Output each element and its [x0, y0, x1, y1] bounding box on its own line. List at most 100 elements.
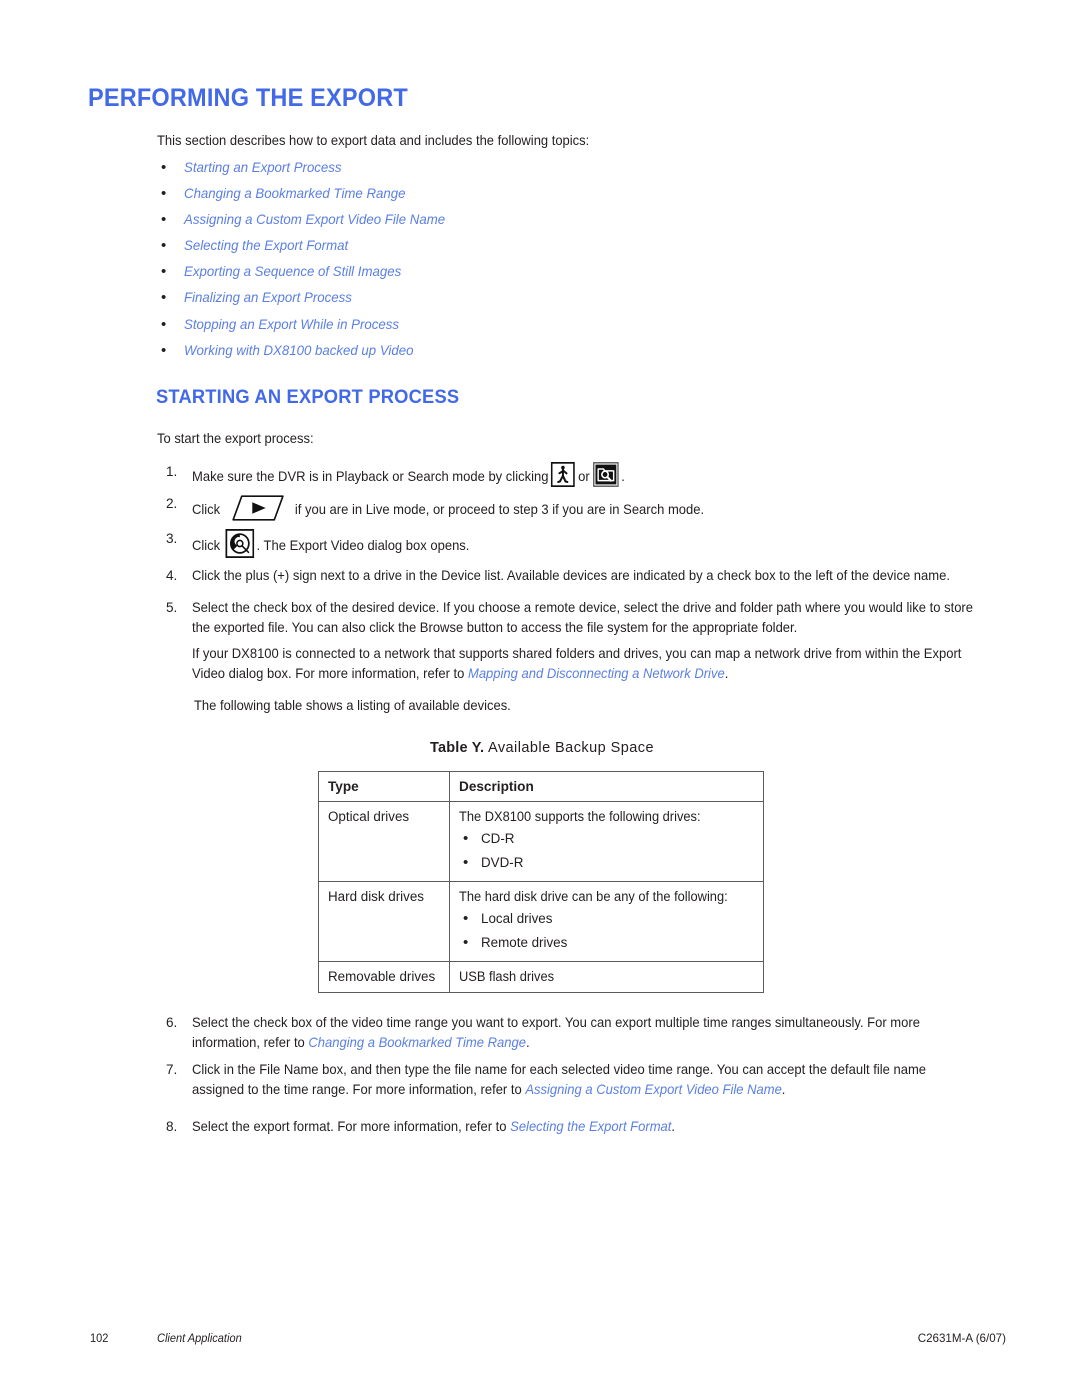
xref-selecting-export-format[interactable]: Selecting the Export Format — [510, 1119, 671, 1134]
topic-link[interactable]: Stopping an Export While in Process — [184, 315, 399, 334]
step-2: 2. Click if you are in Live mode, or proc… — [166, 494, 1014, 522]
step-1-text-a: Make sure the DVR is in Playback or Sear… — [192, 469, 549, 484]
bullet-icon: • — [161, 185, 167, 203]
step-6-text-a: Select the check box of the video time r… — [192, 1015, 920, 1050]
list-item[interactable]: • Finalizing an Export Process — [157, 288, 857, 314]
bullet-icon: • — [161, 289, 167, 307]
step-2-text-b: if you are in Live mode, or proceed to s… — [294, 502, 705, 517]
bullet-icon: • — [161, 159, 167, 176]
cell-type: Removable drives — [318, 961, 450, 993]
step-number: 7. — [166, 1062, 178, 1077]
step-4: 4. Click the plus (+) sign next to a dri… — [166, 566, 1014, 586]
step-1-text-c: . — [621, 469, 625, 484]
list-item: CD-R — [463, 827, 754, 851]
step-text: Click the plus (+) sign next to a drive … — [192, 568, 950, 583]
step-text: Click . The Export Video dialog box opens… — [192, 529, 979, 558]
topic-link[interactable]: Working with DX8100 backed up Video — [184, 341, 413, 360]
topic-link[interactable]: Selecting the Export Format — [184, 236, 348, 255]
cell-bullet-list: CD-R DVD-R — [459, 827, 754, 875]
walking-person-icon[interactable] — [551, 462, 576, 487]
section-heading: STARTING AN EXPORT PROCESS — [156, 386, 460, 408]
step-text: Click in the File Name box, and then typ… — [192, 1060, 979, 1100]
cell-description-lead: The hard disk drive can be any of the fo… — [459, 889, 728, 904]
table-caption-label: Table Y. — [430, 740, 485, 756]
step-3-text-b: . The Export Video dialog box opens. — [256, 538, 470, 553]
bullet-icon: • — [161, 341, 167, 359]
topics-list: • Starting an Export Process • Changing … — [157, 158, 857, 367]
step-number: 2. — [166, 496, 178, 511]
list-item: Remote drives — [463, 931, 754, 955]
document-page: PERFORMING THE EXPORT This section descr… — [0, 0, 1080, 1397]
list-item[interactable]: • Assigning a Custom Export Video File N… — [157, 210, 857, 236]
cell-description-lead: The DX8100 supports the following drives… — [459, 809, 701, 824]
disc-export-icon[interactable] — [225, 529, 255, 558]
step-1-text-b: or — [578, 469, 590, 484]
cell-description: The hard disk drive can be any of the fo… — [449, 881, 764, 962]
cell-description: The DX8100 supports the following drives… — [449, 801, 764, 882]
table-row: Removable drives USB flash drives — [318, 961, 764, 993]
list-item[interactable]: • Exporting a Sequence of Still Images — [157, 262, 857, 288]
table-caption-title: Available Backup Space — [487, 740, 654, 756]
bullet-icon: • — [161, 211, 167, 229]
xref-changing-bookmarked-time-range[interactable]: Changing a Bookmarked Time Range — [308, 1035, 526, 1050]
step-5-note: If your DX8100 is connected to a network… — [192, 644, 979, 684]
cell-type: Hard disk drives — [318, 881, 450, 962]
play-parallelogram-icon[interactable] — [232, 494, 286, 522]
intro-paragraph: This section describes how to export dat… — [157, 133, 590, 148]
step-8-text-a: Select the export format. For more infor… — [192, 1119, 511, 1134]
step-number: 3. — [166, 531, 178, 546]
footer-page-number: 102 — [90, 1332, 109, 1345]
step-6-text-b: . — [525, 1035, 530, 1050]
section-lead: To start the export process: — [157, 431, 314, 446]
list-item: Local drives — [463, 907, 754, 931]
page-title: PERFORMING THE EXPORT — [88, 84, 408, 112]
xref-mapping-network-drive[interactable]: Mapping and Disconnecting a Network Driv… — [468, 666, 725, 681]
step-number: 5. — [166, 600, 178, 615]
step-8-text-b: . — [671, 1119, 676, 1134]
step-number: 8. — [166, 1119, 178, 1134]
table-intro: The following table shows a listing of a… — [194, 698, 511, 713]
step-3-text-a: Click — [192, 538, 221, 553]
step-text: Select the export format. For more infor… — [192, 1117, 979, 1137]
footer-doc-code: C2631M-A (6/07) — [917, 1332, 1006, 1345]
cell-description: USB flash drives — [449, 961, 764, 993]
step-number: 4. — [166, 568, 178, 583]
folder-search-icon[interactable] — [592, 462, 619, 487]
footer-doc-title: Client Application — [157, 1332, 242, 1345]
list-item[interactable]: • Stopping an Export While in Process — [157, 315, 857, 341]
topic-link[interactable]: Assigning a Custom Export Video File Nam… — [184, 210, 445, 229]
cell-type: Optical drives — [318, 801, 450, 882]
table-row: Hard disk drives The hard disk drive can… — [318, 881, 764, 962]
topic-link[interactable]: Starting an Export Process — [184, 158, 342, 177]
step-number: 1. — [166, 464, 178, 479]
step-5: 5. Select the check box of the desired d… — [166, 598, 1014, 638]
table-caption: Table Y. Available Backup Space — [430, 740, 654, 756]
step-7-text-b: . — [781, 1082, 786, 1097]
list-item[interactable]: • Changing a Bookmarked Time Range — [157, 184, 857, 210]
bullet-icon: • — [161, 263, 167, 281]
step-6: 6. Select the check box of the video tim… — [166, 1013, 1014, 1053]
step-text: Make sure the DVR is in Playback or Sear… — [192, 462, 979, 487]
column-header-description: Description — [449, 771, 764, 802]
step-7: 7. Click in the File Name box, and then … — [166, 1060, 1014, 1100]
bullet-icon: • — [161, 237, 167, 255]
step-text: Select the check box of the desired devi… — [192, 600, 974, 635]
list-item[interactable]: • Working with DX8100 backed up Video — [157, 341, 857, 367]
step-3: 3. Click . The Export Video dialog box op… — [166, 529, 1014, 558]
table-row: Optical drives The DX8100 supports the f… — [318, 801, 764, 882]
cell-bullet-list: Local drives Remote drives — [459, 907, 754, 955]
step-5-note-b: . — [724, 666, 729, 681]
step-1: 1. Make sure the DVR is in Playback or S… — [166, 462, 1014, 487]
backup-space-table: Type Description Optical drives The DX81… — [318, 771, 764, 993]
column-header-type: Type — [318, 771, 450, 802]
step-text: Select the check box of the video time r… — [192, 1013, 979, 1053]
xref-assigning-custom-file-name[interactable]: Assigning a Custom Export Video File Nam… — [525, 1082, 781, 1097]
topic-link[interactable]: Finalizing an Export Process — [184, 288, 352, 307]
bullet-icon: • — [161, 315, 167, 333]
list-item[interactable]: • Selecting the Export Format — [157, 236, 857, 262]
topic-link[interactable]: Changing a Bookmarked Time Range — [184, 184, 406, 203]
step-8: 8. Select the export format. For more in… — [166, 1117, 1014, 1137]
list-item[interactable]: • Starting an Export Process — [157, 158, 857, 184]
topic-link[interactable]: Exporting a Sequence of Still Images — [184, 262, 401, 281]
list-item: DVD-R — [463, 851, 754, 875]
